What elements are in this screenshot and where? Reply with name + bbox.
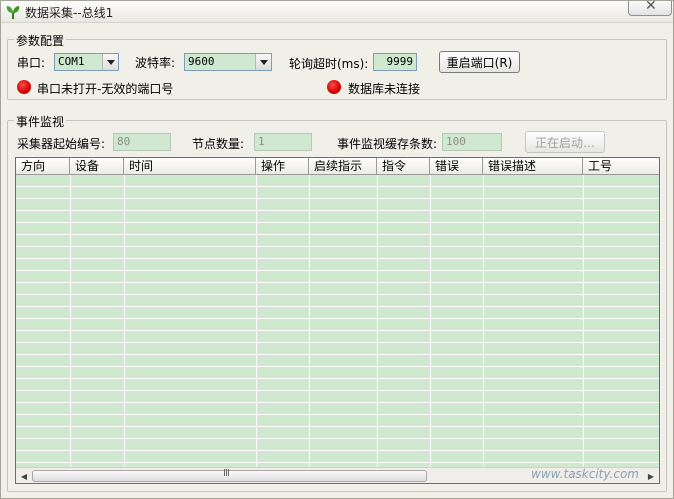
title-bar[interactable]: 数据采集--总线1 ✕ <box>1 0 673 23</box>
scrollbar-thumb[interactable]: Ⅲ <box>32 468 427 482</box>
watermark: www.taskcity.com <box>531 467 639 481</box>
nodes-label: 节点数量: <box>192 137 245 151</box>
scroll-left-icon[interactable]: ◀ <box>17 469 31 483</box>
grid-column-line <box>124 175 125 467</box>
col-error-desc[interactable]: 错误描述 <box>483 158 583 175</box>
col-time[interactable]: 时间 <box>124 158 256 175</box>
col-direction[interactable]: 方向 <box>16 158 70 175</box>
config-group-title: 参数配置 <box>14 32 67 49</box>
collector-input[interactable]: 80 <box>113 133 171 151</box>
port-status-text: 串口未打开-无效的端口号 <box>37 82 174 96</box>
baud-value: 9600 <box>188 55 215 68</box>
col-staff-id[interactable]: 工号 <box>583 158 659 175</box>
col-operation[interactable]: 操作 <box>256 158 309 175</box>
grid-column-line <box>309 175 310 467</box>
monitor-group-title: 事件监视 <box>14 113 67 130</box>
db-status-led-icon <box>327 80 341 94</box>
db-status-text: 数据库未连接 <box>348 82 421 96</box>
col-device[interactable]: 设备 <box>70 158 124 175</box>
grid-column-line <box>377 175 378 467</box>
col-continue-flag[interactable]: 启续指示 <box>309 158 377 175</box>
grid-column-line <box>70 175 71 467</box>
app-leaf-icon <box>6 6 20 19</box>
col-command[interactable]: 指令 <box>377 158 430 175</box>
close-icon: ✕ <box>645 0 657 14</box>
grip-icon: Ⅲ <box>223 468 230 479</box>
window-title: 数据采集--总线1 <box>25 6 114 20</box>
grid-column-line <box>430 175 431 467</box>
grid-column-line <box>483 175 484 467</box>
port-label: 串口: <box>17 56 46 70</box>
cache-label: 事件监视缓存条数: <box>337 137 438 151</box>
chevron-down-icon[interactable] <box>255 54 271 70</box>
baud-select[interactable]: 9600 <box>184 53 272 71</box>
event-grid[interactable]: 方向 设备 时间 操作 启续指示 指令 错误 错误描述 工号 ◀ Ⅲ ▶ <box>15 157 660 484</box>
app-window: 数据采集--总线1 ✕ 参数配置 串口: COM1 波特率: 9600 轮询超时… <box>0 0 674 499</box>
cache-input[interactable]: 100 <box>442 133 502 151</box>
nodes-input[interactable]: 1 <box>254 133 312 151</box>
collector-label: 采集器起始编号: <box>17 137 106 151</box>
close-button[interactable]: ✕ <box>628 0 672 16</box>
grid-column-line <box>583 175 584 467</box>
grid-body[interactable] <box>16 175 659 467</box>
port-value: COM1 <box>58 55 85 68</box>
timeout-input[interactable]: 9999 <box>373 53 417 71</box>
grid-column-line <box>256 175 257 467</box>
scroll-right-icon[interactable]: ▶ <box>644 469 658 483</box>
baud-label: 波特率: <box>135 56 176 70</box>
chevron-down-icon[interactable] <box>102 54 118 70</box>
col-error[interactable]: 错误 <box>430 158 483 175</box>
starting-button[interactable]: 正在启动… <box>525 131 605 153</box>
grid-header: 方向 设备 时间 操作 启续指示 指令 错误 错误描述 工号 <box>16 158 659 175</box>
port-status-led-icon <box>17 80 31 94</box>
restart-port-button[interactable]: 重启端口(R) <box>439 51 520 73</box>
timeout-label: 轮询超时(ms): <box>289 57 369 71</box>
port-select[interactable]: COM1 <box>54 53 119 71</box>
